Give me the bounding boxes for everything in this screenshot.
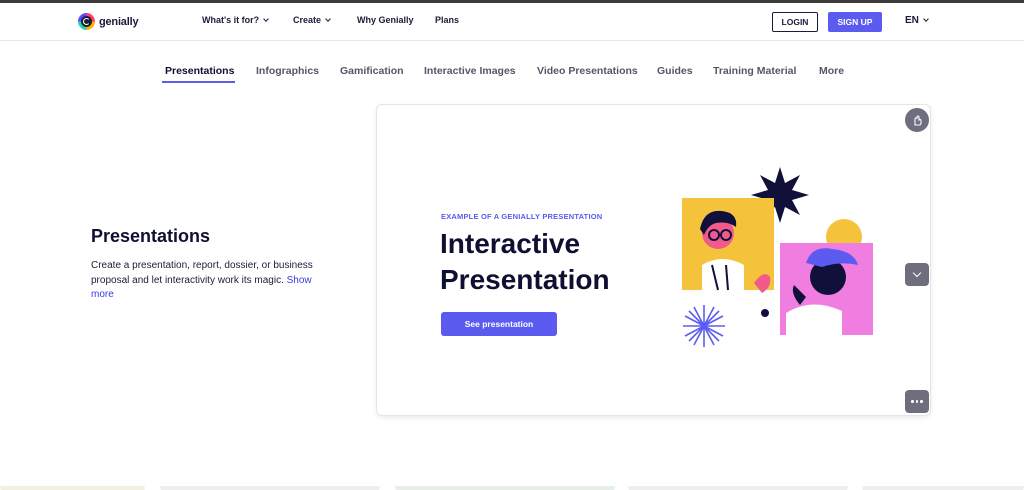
person-right bbox=[786, 304, 842, 335]
chevron-down-icon bbox=[923, 16, 929, 22]
logo-wordmark: genially bbox=[99, 15, 139, 28]
section-description: Create a presentation, report, dossier, … bbox=[91, 260, 313, 300]
category-tabs: Presentations Infographics Gamification … bbox=[0, 65, 1024, 85]
more-dots-icon[interactable] bbox=[905, 390, 929, 413]
tab-video-presentations[interactable]: Video Presentations bbox=[537, 65, 638, 77]
interact-hand-icon[interactable] bbox=[905, 108, 929, 132]
genially-logo-icon bbox=[78, 13, 95, 30]
genially-logo[interactable]: genially bbox=[78, 13, 139, 30]
nav-plans[interactable]: Plans bbox=[435, 15, 459, 25]
see-presentation-button[interactable]: See presentation bbox=[441, 312, 557, 336]
tab-more[interactable]: More bbox=[819, 65, 844, 77]
next-section-card-edge bbox=[395, 486, 615, 490]
section-title: Presentations bbox=[91, 226, 211, 246]
people-illustration bbox=[682, 167, 873, 347]
next-section-card-edge bbox=[0, 486, 145, 490]
preview-title: Interactive Presentation bbox=[440, 228, 610, 295]
tab-guides[interactable]: Guides bbox=[657, 65, 693, 77]
login-button[interactable]: LOGIN bbox=[772, 12, 818, 32]
active-tab-indicator bbox=[162, 81, 235, 83]
blue-spark-icon bbox=[683, 305, 725, 347]
next-section-card-edge bbox=[160, 486, 380, 490]
presentation-preview-card[interactable]: EXAMPLE OF A GENIALLY PRESENTATION Inter… bbox=[376, 104, 931, 416]
signup-button[interactable]: SIGN UP bbox=[828, 12, 882, 32]
tab-interactive-images[interactable]: Interactive Images bbox=[424, 65, 516, 77]
tab-gamification[interactable]: Gamification bbox=[340, 65, 404, 77]
person-left bbox=[702, 259, 744, 290]
chevron-down-icon bbox=[263, 15, 269, 22]
chevron-down-icon bbox=[325, 15, 331, 22]
language-selector[interactable]: EN bbox=[905, 15, 929, 26]
next-section-card-edge bbox=[862, 486, 1024, 490]
nav-why-genially[interactable]: Why Genially bbox=[357, 15, 414, 25]
chevron-down-icon[interactable] bbox=[905, 263, 929, 286]
preview-eyebrow: EXAMPLE OF A GENIALLY PRESENTATION bbox=[441, 212, 603, 221]
nav-create[interactable]: Create bbox=[293, 15, 331, 25]
next-section-card-edge bbox=[628, 486, 848, 490]
nav-whats-it-for[interactable]: What's it for? bbox=[202, 15, 269, 25]
tab-presentations[interactable]: Presentations bbox=[165, 65, 234, 77]
site-header: genially What's it for? Create Why Genia… bbox=[0, 3, 1024, 41]
tab-infographics[interactable]: Infographics bbox=[256, 65, 319, 77]
tab-training-material[interactable]: Training Material bbox=[713, 65, 796, 77]
